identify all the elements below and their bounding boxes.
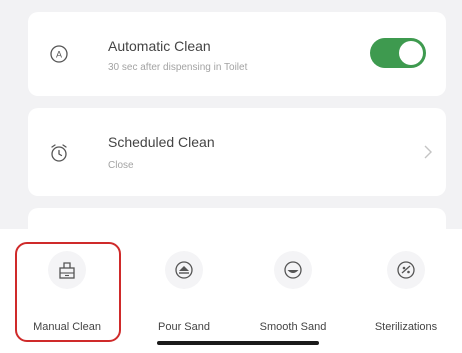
scheduled-clean-title: Scheduled Clean — [108, 134, 215, 150]
svg-text:A: A — [56, 50, 62, 60]
auto-clean-icon: A — [50, 45, 68, 63]
automatic-clean-subtitle: 30 sec after dispensing in Toilet — [108, 62, 248, 73]
icon-circle — [274, 251, 312, 289]
chevron-right-icon[interactable] — [420, 142, 436, 162]
scheduled-clean-subtitle: Close — [108, 160, 134, 171]
automatic-clean-title: Automatic Clean — [108, 38, 211, 54]
home-indicator[interactable] — [157, 341, 319, 345]
selection-highlight — [15, 242, 121, 342]
smooth-sand-icon — [284, 261, 302, 279]
sterilizations-label: Sterilizations — [374, 321, 438, 333]
scheduled-clean-row[interactable]: Scheduled Clean Close — [28, 108, 446, 196]
icon-circle — [165, 251, 203, 289]
toggle-knob — [399, 41, 423, 65]
sterilizations-button[interactable]: Sterilizations — [350, 229, 462, 353]
sterilization-icon — [397, 261, 415, 279]
pour-sand-label: Pour Sand — [158, 321, 210, 333]
icon-circle — [387, 251, 425, 289]
automatic-clean-row: A Automatic Clean 30 sec after dispensin… — [28, 12, 446, 96]
automatic-clean-toggle[interactable] — [370, 38, 426, 68]
alarm-clock-icon — [51, 144, 67, 162]
pour-sand-button[interactable]: Pour Sand — [128, 229, 240, 353]
pour-sand-icon — [175, 261, 193, 279]
smooth-sand-button[interactable]: Smooth Sand — [237, 229, 349, 353]
smooth-sand-label: Smooth Sand — [259, 321, 327, 333]
